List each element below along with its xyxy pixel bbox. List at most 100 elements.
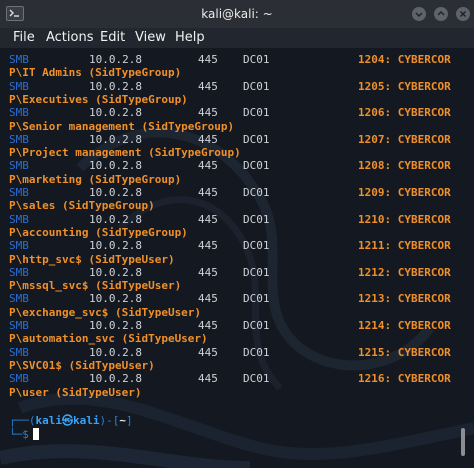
window-title: kali@kali: ~ [201,7,273,21]
protocol-cell: SMB [9,159,29,173]
ip-cell: 10.0.2.8 [89,265,142,279]
host-cell: DC01 [243,106,270,120]
ip-cell: 10.0.2.8 [89,372,142,386]
prompt-separator: )-[ [99,414,120,427]
close-icon[interactable] [456,7,470,21]
output-line-smb: SMB 10.0.2.8 445 DC01 1208: CYBERCOR [9,159,469,172]
prompt-symbol: └─$ [9,428,29,441]
terminal-window: kali@kali: ~ File Actions Edit View Help… [0,0,474,468]
host-cell: DC01 [243,292,270,306]
ip-cell: 10.0.2.8 [89,239,142,253]
ip-cell: 10.0.2.8 [89,106,142,120]
ip-cell: 10.0.2.8 [89,292,142,306]
protocol-cell: SMB [9,372,29,386]
output-line-sid: P\IT Admins (SidTypeGroup) [9,66,182,80]
output-line-sid: P\SVC01$ (SidTypeUser) [9,358,155,372]
menu-view[interactable]: View [135,30,166,45]
ip-cell: 10.0.2.8 [89,345,142,359]
protocol-cell: SMB [9,106,29,120]
host-cell: DC01 [243,212,270,226]
port-cell: 445 [198,159,218,173]
port-cell: 445 [198,292,218,306]
host-cell: DC01 [243,319,270,332]
output-line-smb: SMB 10.0.2.8 445 DC01 1215: CYBERCOR [9,346,469,359]
minimize-icon[interactable] [412,7,426,21]
output-line-smb: SMB 10.0.2.8 445 DC01 1211: CYBERCOR [9,239,469,252]
protocol-cell: SMB [9,265,29,279]
output-line-sid: P\Project management (SidTypeGroup) [9,146,241,160]
rid-cell: 1213: CYBERCOR [358,292,451,306]
rid-cell: 1215: CYBERCOR [358,345,451,359]
rid-cell: 1209: CYBERCOR [358,186,451,199]
protocol-cell: SMB [9,132,29,146]
rid-cell: 1204: CYBERCOR [358,53,451,66]
protocol-cell: SMB [9,345,29,359]
host-cell: DC01 [243,159,270,173]
menu-file[interactable]: File [13,30,35,45]
prompt-prefix: ┌──( [9,414,36,427]
prompt-directory: ~ [119,414,126,427]
scrollbar-thumb[interactable] [461,428,465,456]
rid-cell: 1212: CYBERCOR [358,265,451,279]
output-line-smb: SMB 10.0.2.8 445 DC01 1213: CYBERCOR [9,292,469,305]
text-cursor [32,428,39,440]
port-cell: 445 [198,265,218,279]
output-line-smb: SMB 10.0.2.8 445 DC01 1204: CYBERCOR [9,53,469,66]
maximize-icon[interactable] [434,7,448,21]
protocol-cell: SMB [9,79,29,93]
port-cell: 445 [198,106,218,120]
port-cell: 445 [198,239,218,253]
output-line-smb: SMB 10.0.2.8 445 DC01 1206: CYBERCOR [9,106,469,119]
port-cell: 445 [198,212,218,226]
ip-cell: 10.0.2.8 [89,159,142,173]
host-cell: DC01 [243,79,270,93]
rid-cell: 1207: CYBERCOR [358,132,451,146]
host-cell: DC01 [243,345,270,359]
port-cell: 445 [198,345,218,359]
host-cell: DC01 [243,53,270,66]
output-line-sid: P\mssql_svc$ (SidTypeUser) [9,279,182,293]
host-cell: DC01 [243,132,270,146]
port-cell: 445 [198,372,218,386]
rid-cell: 1214: CYBERCOR [358,319,451,332]
menu-help[interactable]: Help [175,30,205,45]
terminal-output[interactable]: SMB 10.0.2.8 445 DC01 1204: CYBERCOR P\IT Adm… [0,48,474,468]
output-line-smb: SMB 10.0.2.8 445 DC01 1216: CYBERCOR [9,372,469,385]
menu-actions[interactable]: Actions [46,30,94,45]
output-line-smb: SMB 10.0.2.8 445 DC01 1212: CYBERCOR [9,266,469,279]
port-cell: 445 [198,319,218,332]
ip-cell: 10.0.2.8 [89,132,142,146]
rid-cell: 1210: CYBERCOR [358,212,451,226]
rid-cell: 1206: CYBERCOR [358,106,451,120]
ip-cell: 10.0.2.8 [89,186,142,199]
protocol-cell: SMB [9,239,29,253]
protocol-cell: SMB [9,292,29,306]
host-cell: DC01 [243,265,270,279]
title-bar[interactable]: kali@kali: ~ [0,0,474,28]
output-line-sid: P\marketing (SidTypeGroup) [9,172,182,186]
prompt-line-1: ┌──(kali㉿kali)-[~] [9,414,133,427]
output-line-smb: SMB 10.0.2.8 445 DC01 1207: CYBERCOR [9,133,469,146]
rid-cell: 1211: CYBERCOR [358,239,451,253]
output-line-sid: P\Senior management (SidTypeGroup) [9,119,235,133]
ip-cell: 10.0.2.8 [89,212,142,226]
protocol-cell: SMB [9,212,29,226]
output-line-sid: P\exchange_svc$ (SidTypeUser) [9,305,202,319]
prompt-user: kali㉿kali [35,414,100,427]
output-line-sid: P\automation_svc (SidTypeUser) [9,332,208,346]
rid-cell: 1208: CYBERCOR [358,159,451,173]
prompt-line-2[interactable]: └─$ [9,428,39,441]
protocol-cell: SMB [9,319,29,332]
host-cell: DC01 [243,372,270,386]
ip-cell: 10.0.2.8 [89,79,142,93]
menu-edit[interactable]: Edit [100,30,125,45]
output-line-sid: P\http_svc$ (SidTypeUser) [9,252,175,266]
output-line-sid: P\user (SidTypeUser) [9,385,142,399]
protocol-cell: SMB [9,186,29,199]
output-line-smb: SMB 10.0.2.8 445 DC01 1214: CYBERCOR [9,319,469,332]
rid-cell: 1216: CYBERCOR [358,372,451,386]
output-line-smb: SMB 10.0.2.8 445 DC01 1205: CYBERCOR [9,80,469,93]
protocol-cell: SMB [9,53,29,66]
output-line-smb: SMB 10.0.2.8 445 DC01 1210: CYBERCOR [9,213,469,226]
host-cell: DC01 [243,239,270,253]
